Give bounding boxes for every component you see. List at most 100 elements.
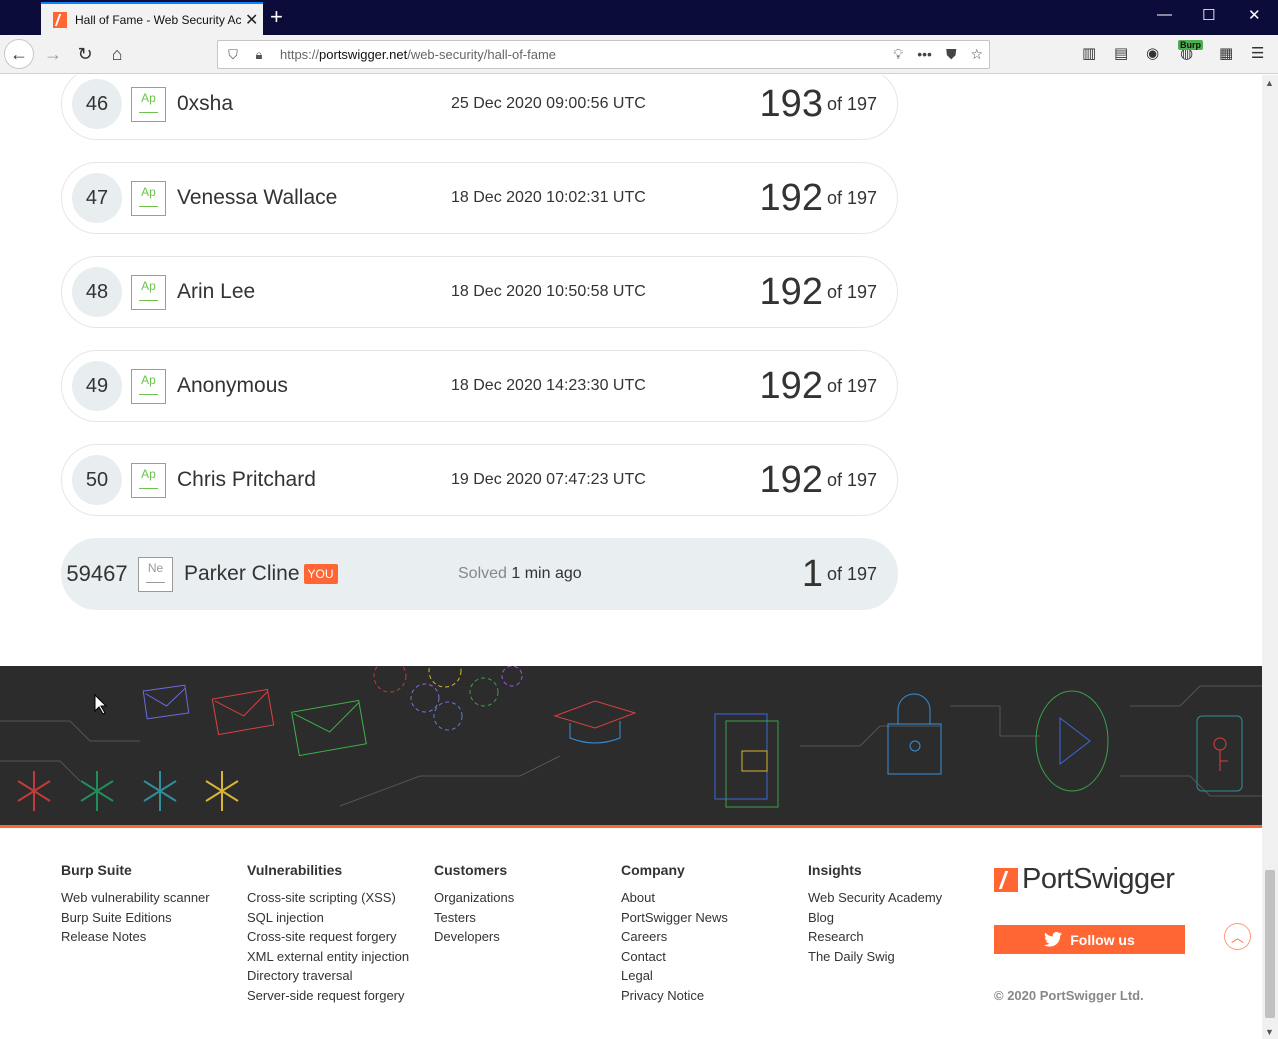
footer-link[interactable]: Server-side request forgery — [247, 986, 409, 1006]
reload-icon[interactable]: ↻ — [70, 39, 100, 69]
leaderboard-row: 48 Ap Arin Lee 18 Dec 2020 10:50:58 UTC … — [61, 256, 898, 328]
portswigger-favicon-icon — [53, 11, 67, 28]
footer-link[interactable]: Web Security Academy — [808, 888, 942, 908]
solved-date: 18 Dec 2020 10:02:31 UTC — [451, 189, 646, 206]
footer-column-burp-suite: Burp Suite Web vulnerability scanner Bur… — [61, 862, 210, 947]
footer-link[interactable]: The Daily Swig — [808, 947, 942, 967]
home-icon[interactable]: ⌂ — [102, 39, 132, 69]
footer-link[interactable]: Blog — [808, 908, 942, 928]
navigation-toolbar: ← → ↻ ⌂ ⛉ 🔒︎ https://portswigger.net/web… — [0, 35, 1278, 74]
footer-link[interactable]: Developers — [434, 927, 514, 947]
you-badge: YOU — [303, 564, 338, 584]
rank-number: 46 — [72, 79, 122, 129]
rank-number: 48 — [72, 267, 122, 317]
footer-link[interactable]: XML external entity injection — [247, 947, 409, 967]
solved-date: 25 Dec 2020 09:00:56 UTC — [451, 95, 646, 112]
leaderboard-row: 50 Ap Chris Pritchard 19 Dec 2020 07:47:… — [61, 444, 898, 516]
score: 192 of 197 — [759, 176, 877, 219]
gear-icons — [373, 666, 523, 731]
player-name: 0xsha — [177, 92, 234, 115]
footer-link[interactable]: Web vulnerability scanner — [61, 888, 210, 908]
envelope-icons — [142, 684, 367, 757]
close-window-icon[interactable]: ✕ — [1248, 6, 1261, 24]
play-icon — [1035, 690, 1109, 792]
more-icon[interactable]: ••• — [917, 46, 932, 63]
arrow-up-icon[interactable]: ︿ — [1224, 923, 1251, 950]
minimize-icon[interactable]: — — [1157, 6, 1172, 23]
lock-icon[interactable]: 🔒︎ — [248, 47, 270, 63]
extensions-icon[interactable]: ▦ — [1219, 44, 1233, 62]
portswigger-logo[interactable]: PortSwigger — [994, 863, 1175, 896]
vertical-scrollbar[interactable]: ▲ ▼ — [1262, 75, 1278, 1039]
footer-link[interactable]: Directory traversal — [247, 966, 409, 986]
tab-strip: Hall of Fame - Web Security Ac ✕ + — ☐ ✕ — [0, 0, 1278, 35]
url-bar[interactable]: ⛉ 🔒︎ https://portswigger.net/web-securit… — [217, 40, 990, 69]
padlock-icon — [887, 693, 942, 775]
mouse-cursor-icon — [94, 693, 108, 715]
footer-column-title: Insights — [808, 862, 862, 878]
scroll-down-icon[interactable]: ▼ — [1265, 1027, 1274, 1037]
footer-link[interactable]: Release Notes — [61, 927, 210, 947]
library-icon[interactable]: ▥ — [1082, 44, 1096, 62]
close-tab-icon[interactable]: ✕ — [245, 10, 258, 30]
footer-link[interactable]: Research — [808, 927, 942, 947]
level-badge: Ap — [131, 86, 166, 122]
account-icon[interactable]: ◉ — [1146, 44, 1159, 62]
pocket-icon[interactable]: ⛊ — [946, 46, 957, 63]
back-arrow-icon[interactable]: ← — [4, 39, 34, 69]
follow-us-label: Follow us — [1070, 931, 1135, 948]
footer-link[interactable]: Contact — [621, 947, 728, 967]
footer-link[interactable]: Cross-site scripting (XSS) — [247, 888, 409, 908]
url-text[interactable]: https://portswigger.net/web-security/hal… — [280, 47, 893, 62]
asterisk-icons — [17, 771, 239, 811]
solved-status: Solved 1 min ago — [458, 565, 582, 582]
level-badge: Ap — [131, 180, 166, 216]
menu-icon[interactable]: ☰ — [1251, 44, 1264, 62]
shield-icon[interactable]: ⛉ — [222, 47, 244, 63]
player-name: Chris Pritchard — [177, 468, 316, 491]
scroll-up-icon[interactable]: ▲ — [1265, 78, 1274, 88]
score: 192 of 197 — [759, 270, 877, 313]
footer-link[interactable]: PortSwigger News — [621, 908, 728, 928]
follow-us-button[interactable]: Follow us — [994, 925, 1185, 954]
maximize-icon[interactable]: ☐ — [1202, 6, 1215, 24]
score: 192 of 197 — [759, 364, 877, 407]
rank-number: 49 — [72, 361, 122, 411]
level-badge: Ap — [131, 462, 166, 498]
footer-column-title: Company — [621, 862, 685, 878]
star-icon[interactable]: ☆ — [970, 46, 983, 63]
site-footer: Burp Suite Web vulnerability scanner Bur… — [0, 830, 1262, 1039]
footer-link[interactable]: Cross-site request forgery — [247, 927, 409, 947]
footer-link[interactable]: Privacy Notice — [621, 986, 728, 1006]
browser-tab[interactable]: Hall of Fame - Web Security Ac ✕ — [41, 2, 263, 35]
burp-badge: Burp — [1178, 40, 1203, 50]
tab-title: Hall of Fame - Web Security Ac — [75, 12, 241, 27]
footer-column-title: Vulnerabilities — [247, 862, 343, 878]
forward-arrow-icon[interactable]: → — [38, 39, 68, 69]
rank-number: 50 — [72, 455, 122, 505]
footer-column-title: Burp Suite — [61, 862, 132, 878]
banner-illustration — [0, 666, 1262, 811]
footer-link[interactable]: Legal — [621, 966, 728, 986]
solved-date: 18 Dec 2020 10:50:58 UTC — [451, 283, 646, 300]
footer-column-title: Customers — [434, 862, 508, 878]
level-badge: Ne — [138, 556, 173, 592]
copyright: © 2020 PortSwigger Ltd. — [994, 988, 1144, 1003]
new-tab-icon[interactable]: + — [270, 5, 283, 29]
footer-link[interactable]: Organizations — [434, 888, 514, 908]
lightbulb-icon[interactable]: 💡︎ — [893, 46, 903, 63]
footer-link[interactable]: Testers — [434, 908, 514, 928]
scrollbar-thumb[interactable] — [1265, 870, 1275, 1018]
footer-illustration-banner — [0, 666, 1262, 828]
footer-link[interactable]: Careers — [621, 927, 728, 947]
sidebar-icon[interactable]: ▤ — [1114, 44, 1128, 62]
footer-link[interactable]: About — [621, 888, 728, 908]
player-name: Venessa Wallace — [177, 186, 338, 209]
leaderboard-row: 49 Ap Anonymous 18 Dec 2020 14:23:30 UTC… — [61, 350, 898, 422]
footer-column-company: Company About PortSwigger News Careers C… — [621, 862, 728, 1005]
footer-link[interactable]: Burp Suite Editions — [61, 908, 210, 928]
phone-icon — [1196, 715, 1243, 792]
solved-date: 19 Dec 2020 07:47:23 UTC — [451, 471, 646, 488]
score: 192 of 197 — [759, 458, 877, 501]
footer-link[interactable]: SQL injection — [247, 908, 409, 928]
